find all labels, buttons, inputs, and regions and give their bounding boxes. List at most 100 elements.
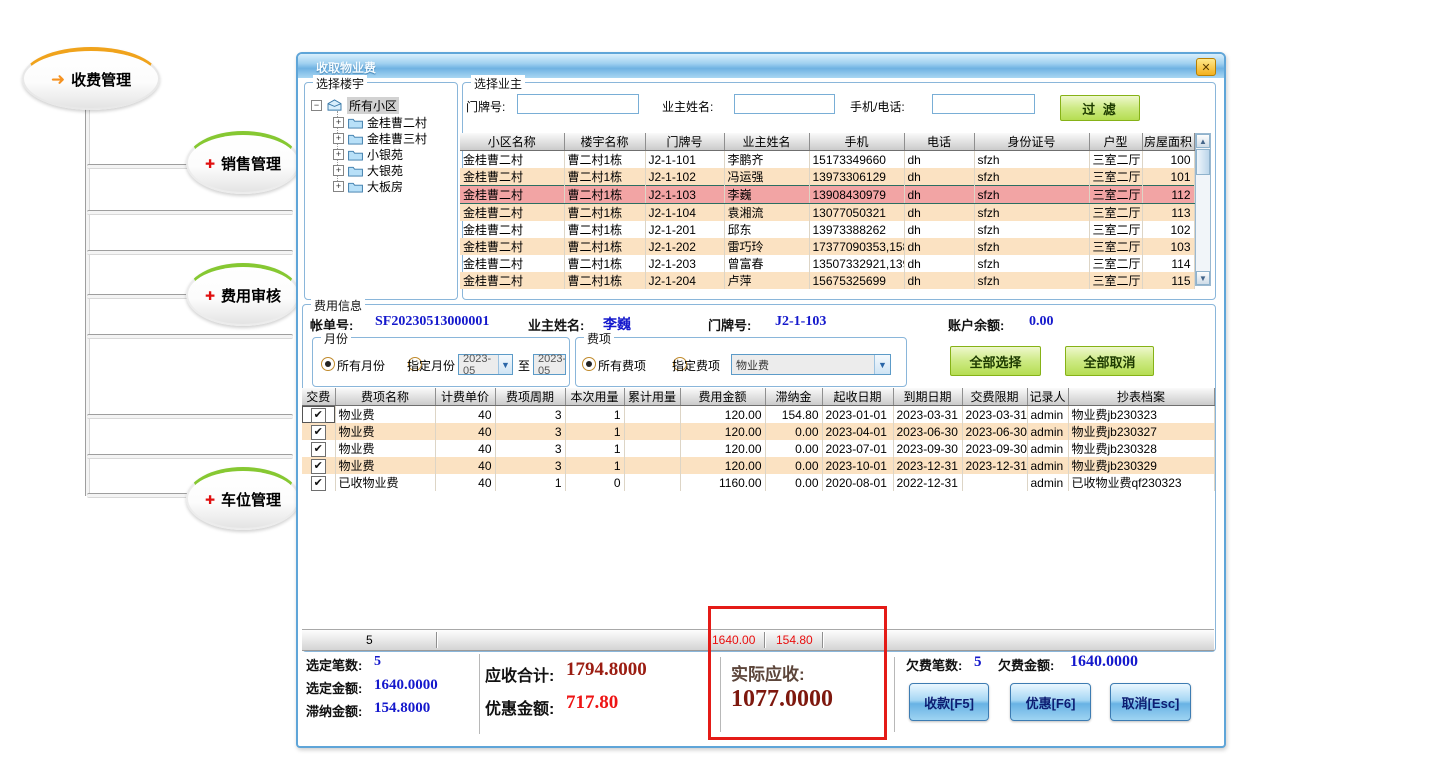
table-cell: admin xyxy=(1027,406,1068,424)
column-header[interactable]: 费用金额 xyxy=(680,388,765,406)
column-header[interactable]: 记录人 xyxy=(1027,388,1068,406)
column-header[interactable]: 交费限期 xyxy=(962,388,1027,406)
column-header[interactable]: 业主姓名 xyxy=(724,133,809,151)
dialog-title-bar[interactable]: 收取物业费 ✕ xyxy=(298,54,1224,78)
filter-button[interactable]: 过 滤 xyxy=(1060,95,1140,121)
table-cell: 40 xyxy=(435,406,495,424)
menu-item-sales-management[interactable]: ✚ 销售管理 xyxy=(186,131,300,194)
row-checkbox[interactable]: ✔ xyxy=(302,440,335,457)
fee-table-header: 交费 费项名称 计费单价 费项周期 本次用量 累计用量 费用金额 滞纳金 起收日… xyxy=(302,388,1214,406)
table-cell: sfzh xyxy=(974,221,1089,238)
tree-item-community[interactable]: + 小银苑 xyxy=(333,146,403,163)
table-row[interactable]: ✔物业费4031120.000.002023-07-012023-09-3020… xyxy=(302,440,1214,457)
column-header[interactable]: 身份证号 xyxy=(974,133,1089,151)
table-cell: 2023-04-01 xyxy=(822,423,893,440)
table-row[interactable]: 金桂曹二村曹二村1栋J2-1-101李鹏齐15173349660dhsfzh三室… xyxy=(460,151,1194,169)
table-cell: 曹二村1栋 xyxy=(564,151,645,169)
checkbox-check-icon[interactable]: ✔ xyxy=(311,476,326,491)
month-from-dropdown[interactable]: 2023-05 ▼ xyxy=(458,354,513,375)
scroll-up-icon[interactable]: ▲ xyxy=(1196,134,1210,148)
row-checkbox[interactable]: ✔ xyxy=(302,423,335,440)
cross-icon: ✚ xyxy=(205,290,215,302)
table-cell: 曹二村1栋 xyxy=(564,204,645,222)
fee-item-dropdown[interactable]: 物业费 ▼ xyxy=(731,354,891,375)
checkbox-check-icon[interactable]: ✔ xyxy=(311,459,326,474)
table-row[interactable]: ✔物业费4031120.00154.802023-01-012023-03-31… xyxy=(302,406,1214,424)
vertical-scrollbar[interactable]: ▲ ▼ xyxy=(1195,133,1211,286)
table-cell: 2023-06-30 xyxy=(962,423,1027,440)
phone-input[interactable] xyxy=(932,94,1035,114)
table-row[interactable]: ✔物业费4031120.000.002023-10-012023-12-3120… xyxy=(302,457,1214,474)
table-row[interactable]: ✔已收物业费40101160.000.002020-08-012022-12-3… xyxy=(302,474,1214,491)
table-row[interactable]: 金桂曹二村曹二村1栋J2-1-104袁湘流13077050321dhsfzh三室… xyxy=(460,204,1194,222)
tree-item-community[interactable]: + 金桂曹二村 xyxy=(333,114,427,131)
expand-icon[interactable]: + xyxy=(333,165,344,176)
expand-icon[interactable]: + xyxy=(333,149,344,160)
table-row[interactable]: 金桂曹二村曹二村1栋J2-1-102冯运强13973306129dhsfzh三室… xyxy=(460,168,1194,186)
menu-item-fee-audit[interactable]: ✚ 费用审核 xyxy=(186,263,300,326)
table-row[interactable]: 金桂曹二村曹二村1栋J2-1-204卢萍15675325699dhsfzh三室二… xyxy=(460,272,1194,289)
owner-name-input[interactable] xyxy=(734,94,835,114)
row-checkbox[interactable]: ✔ xyxy=(302,474,335,491)
door-number-input[interactable] xyxy=(517,94,639,114)
column-header[interactable]: 到期日期 xyxy=(893,388,962,406)
column-header[interactable]: 起收日期 xyxy=(822,388,893,406)
column-header[interactable]: 费项周期 xyxy=(495,388,565,406)
table-cell: 100 xyxy=(1142,151,1194,169)
scroll-down-icon[interactable]: ▼ xyxy=(1196,271,1210,285)
table-cell: 40 xyxy=(435,423,495,440)
column-header[interactable]: 费项名称 xyxy=(335,388,435,406)
column-header[interactable]: 滞纳金 xyxy=(765,388,822,406)
expand-icon[interactable]: + xyxy=(333,133,344,144)
table-row[interactable]: ✔物业费4031120.000.002023-04-012023-06-3020… xyxy=(302,423,1214,440)
menu-item-fee-management[interactable]: ➜ 收费管理 xyxy=(22,47,160,110)
menu-item-parking-management[interactable]: ✚ 车位管理 xyxy=(186,467,300,530)
column-header[interactable]: 门牌号 xyxy=(645,133,724,151)
table-row[interactable]: 金桂曹二村曹二村1栋J2-1-203曾富春13507332921,139dhsf… xyxy=(460,255,1194,272)
cancel-all-button[interactable]: 全部取消 xyxy=(1065,346,1154,376)
menu-item-label: 车位管理 xyxy=(221,489,281,510)
close-icon[interactable]: ✕ xyxy=(1196,58,1216,76)
column-header[interactable]: 累计用量 xyxy=(624,388,680,406)
column-header[interactable]: 房屋面积 xyxy=(1142,133,1194,151)
table-cell: 40 xyxy=(435,440,495,457)
checkbox-check-icon[interactable]: ✔ xyxy=(311,408,326,423)
column-header[interactable]: 手机 xyxy=(809,133,904,151)
discount-button[interactable]: 优惠[F6] xyxy=(1010,683,1091,721)
month-to-dropdown[interactable]: 2023-05 xyxy=(533,354,566,375)
table-row[interactable]: 金桂曹二村曹二村1栋J2-1-201邱东13973388262dhsfzh三室二… xyxy=(460,221,1194,238)
tree-item-all-communities[interactable]: − 所有小区 xyxy=(311,97,399,114)
cancel-button[interactable]: 取消[Esc] xyxy=(1110,683,1191,721)
checkbox-check-icon[interactable]: ✔ xyxy=(311,442,326,457)
tree-item-community[interactable]: + 大银苑 xyxy=(333,162,403,179)
table-cell: 2023-10-01 xyxy=(822,457,893,474)
column-header[interactable]: 户型 xyxy=(1089,133,1142,151)
all-months-radio[interactable] xyxy=(321,357,335,371)
fee-door-label: 门牌号: xyxy=(708,315,751,334)
tree-item-community[interactable]: + 大板房 xyxy=(333,178,403,195)
column-header[interactable]: 抄表档案 xyxy=(1068,388,1214,406)
door-number-label: 门牌号: xyxy=(466,98,505,115)
collect-button[interactable]: 收款[F5] xyxy=(909,683,989,721)
column-header[interactable]: 计费单价 xyxy=(435,388,495,406)
collapse-icon[interactable]: − xyxy=(311,100,322,111)
select-all-button[interactable]: 全部选择 xyxy=(950,346,1041,376)
expand-icon[interactable]: + xyxy=(333,117,344,128)
column-header[interactable]: 电话 xyxy=(904,133,974,151)
column-header[interactable]: 交费 xyxy=(302,388,335,406)
receivable-value: 1794.8000 xyxy=(566,659,647,681)
table-cell: 0.00 xyxy=(765,440,822,457)
checkbox-check-icon[interactable]: ✔ xyxy=(311,425,326,440)
table-row[interactable]: 金桂曹二村曹二村1栋J2-1-202雷巧玲17377090353,158dhsf… xyxy=(460,238,1194,255)
tree-item-community[interactable]: + 金桂曹三村 xyxy=(333,130,427,147)
table-cell: 13908430979 xyxy=(809,186,904,204)
column-header[interactable]: 小区名称 xyxy=(460,133,564,151)
column-header[interactable]: 楼宇名称 xyxy=(564,133,645,151)
scrollbar-thumb[interactable] xyxy=(1196,149,1210,175)
expand-icon[interactable]: + xyxy=(333,181,344,192)
row-checkbox[interactable]: ✔ xyxy=(302,457,335,474)
all-items-radio[interactable] xyxy=(582,357,596,371)
row-checkbox[interactable]: ✔ xyxy=(302,406,335,424)
column-header[interactable]: 本次用量 xyxy=(565,388,624,406)
table-row[interactable]: 金桂曹二村曹二村1栋J2-1-103李巍13908430979dhsfzh三室二… xyxy=(460,186,1194,204)
